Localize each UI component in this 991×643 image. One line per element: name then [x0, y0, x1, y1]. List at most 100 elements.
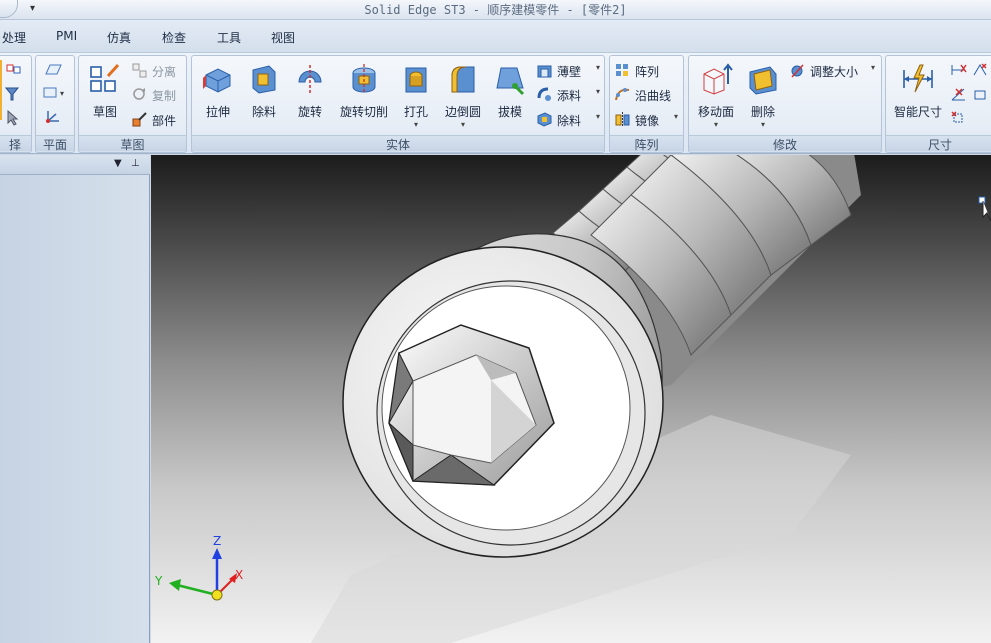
tab-view[interactable]: 视图 — [271, 29, 295, 46]
mirror-icon — [615, 112, 630, 127]
revolve-button[interactable]: 旋转 — [288, 58, 332, 130]
funnel-icon[interactable] — [5, 86, 23, 102]
ribbon-tabs: 处理 PMI 仿真 检查 工具 视图 — [0, 20, 991, 52]
coordinate-system-icon[interactable] — [44, 108, 64, 124]
resize-button[interactable]: 调整大小 ▾ — [789, 60, 881, 82]
hole-label: 打孔 — [403, 105, 428, 119]
tab-inspect[interactable]: 检查 — [162, 29, 186, 46]
ribbon: 择 ▾ 平面 草图 分离 复制 部件 草图 拉伸 除料 旋转 旋转切削 打孔 ▾… — [0, 52, 991, 154]
mirror-dropdown-icon[interactable]: ▾ — [674, 112, 678, 121]
hole-dropdown-icon[interactable]: ▾ — [394, 120, 438, 129]
hole-button[interactable]: 打孔 ▾ — [394, 58, 438, 130]
extrude-button[interactable]: 拉伸 — [196, 58, 240, 130]
distance-between-icon[interactable] — [950, 62, 968, 78]
tab-process[interactable]: 处理 — [2, 29, 26, 46]
revolve-cut-icon — [352, 64, 376, 94]
sketch-button[interactable]: 草图 — [83, 58, 127, 130]
add-button[interactable]: 添料 ▾ — [536, 84, 604, 106]
part-label: 部件 — [152, 114, 177, 128]
cut-label: 除料 — [251, 105, 276, 119]
delete-face-icon — [749, 66, 777, 95]
along-curve-button[interactable]: 沿曲线 — [614, 84, 682, 106]
tab-simulation[interactable]: 仿真 — [107, 29, 131, 46]
window-title: Solid Edge ST3 - 顺序建模零件 - [零件2] — [364, 3, 627, 17]
pin-icon[interactable]: ⊥ — [131, 158, 140, 169]
cut-icon — [252, 65, 276, 94]
symmetric-dimension-icon[interactable] — [972, 62, 990, 78]
tab-tools[interactable]: 工具 — [217, 29, 241, 46]
thin-wall-dropdown-icon[interactable]: ▾ — [596, 63, 600, 72]
round-button[interactable]: 边倒圆 ▾ — [440, 58, 486, 130]
smart-dimension-button[interactable]: 智能尺寸 — [888, 58, 948, 130]
sketch-label: 草图 — [92, 105, 117, 119]
plane-group: ▾ 平面 — [35, 55, 75, 153]
select-arrow-icon[interactable] — [5, 110, 23, 126]
y-axis-label: Y — [154, 574, 163, 588]
select-group-label: 择 — [0, 135, 31, 152]
screw-model: Z Y X — [154, 155, 991, 643]
delete-button[interactable]: 删除 ▾ — [741, 58, 785, 130]
thin-wall-icon — [537, 65, 552, 78]
delete-label: 删除 — [750, 105, 775, 119]
revolve-label: 旋转 — [297, 105, 322, 119]
graphics-viewport[interactable]: Z Y X — [151, 155, 991, 643]
move-face-icon — [703, 63, 733, 95]
modify-group-label: 修改 — [689, 135, 881, 152]
move-face-button[interactable]: 移动面 ▾ — [693, 58, 739, 130]
sketch-group-label: 草图 — [79, 135, 186, 152]
revolve-cut-button[interactable]: 旋转切削 — [336, 58, 392, 130]
mirror-label: 镜像 — [635, 114, 660, 128]
plane-icon[interactable] — [44, 62, 64, 78]
select-filter-icon[interactable] — [5, 62, 23, 78]
part-icon — [132, 112, 147, 127]
remove-label: 除料 — [557, 114, 582, 128]
add-label: 添料 — [557, 89, 582, 103]
remove-button[interactable]: 除料 ▾ — [536, 109, 604, 131]
axis-triad: Z Y X — [154, 534, 243, 601]
pattern-button[interactable]: 阵列 — [614, 60, 682, 82]
plane-group-label: 平面 — [36, 135, 74, 152]
angle-between-icon[interactable] — [950, 86, 968, 102]
angular-coordinate-icon[interactable] — [972, 86, 990, 102]
draft-button[interactable]: 拔模 — [488, 58, 532, 130]
mirror-button[interactable]: 镜像 ▾ — [614, 109, 682, 131]
separate-button[interactable]: 分离 — [131, 60, 187, 82]
add-dropdown-icon[interactable]: ▾ — [596, 87, 600, 96]
pattern-group-label: 阵列 — [610, 135, 683, 152]
panel-menu-icon[interactable]: ▼ — [114, 158, 122, 169]
resize-label: 调整大小 — [810, 65, 859, 79]
x-axis-label: X — [235, 568, 243, 582]
delete-dropdown-icon[interactable]: ▾ — [741, 120, 785, 129]
round-icon — [451, 66, 475, 93]
parallel-plane-icon[interactable]: ▾ — [42, 85, 70, 101]
round-label: 边倒圆 — [444, 105, 481, 119]
copy-icon — [133, 88, 145, 100]
part-button[interactable]: 部件 — [131, 109, 187, 131]
title-bar: ▾ Solid Edge ST3 - 顺序建模零件 - [零件2] — [0, 0, 991, 20]
smart-dimension-icon — [903, 64, 933, 93]
tab-pmi[interactable]: PMI — [56, 29, 77, 43]
resize-dropdown-icon[interactable]: ▾ — [871, 63, 875, 72]
modify-group: 移动面 ▾ 删除 ▾ 调整大小 ▾ 修改 — [688, 55, 882, 153]
round-dropdown-icon[interactable]: ▾ — [440, 120, 486, 129]
solid-group: 拉伸 除料 旋转 旋转切削 打孔 ▾ 边倒圆 ▾ 拔模 薄壁 ▾ 添料 ▾ 除料… — [191, 55, 605, 153]
remove-dropdown-icon[interactable]: ▾ — [596, 112, 600, 121]
along-curve-icon — [615, 88, 630, 101]
thin-wall-button[interactable]: 薄壁 ▾ — [536, 60, 604, 82]
copy-button[interactable]: 复制 — [131, 84, 187, 106]
smart-dimension-label: 智能尺寸 — [893, 105, 942, 119]
along-curve-label: 沿曲线 — [635, 89, 672, 103]
move-face-label: 移动面 — [697, 105, 734, 119]
dimension-group-label: 尺寸 — [886, 135, 991, 152]
move-face-dropdown-icon[interactable]: ▾ — [693, 120, 739, 129]
thin-wall-label: 薄壁 — [557, 65, 582, 79]
coordinate-dimension-icon[interactable] — [950, 110, 968, 126]
edgebar-panel[interactable] — [0, 175, 150, 643]
draft-icon — [496, 67, 525, 96]
selected-tool-marker — [0, 60, 2, 120]
dimension-group: 智能尺寸 尺寸 — [885, 55, 991, 153]
resize-icon — [791, 64, 804, 78]
hole-icon — [405, 67, 427, 93]
copy-label: 复制 — [152, 89, 177, 103]
cut-button[interactable]: 除料 — [242, 58, 286, 130]
